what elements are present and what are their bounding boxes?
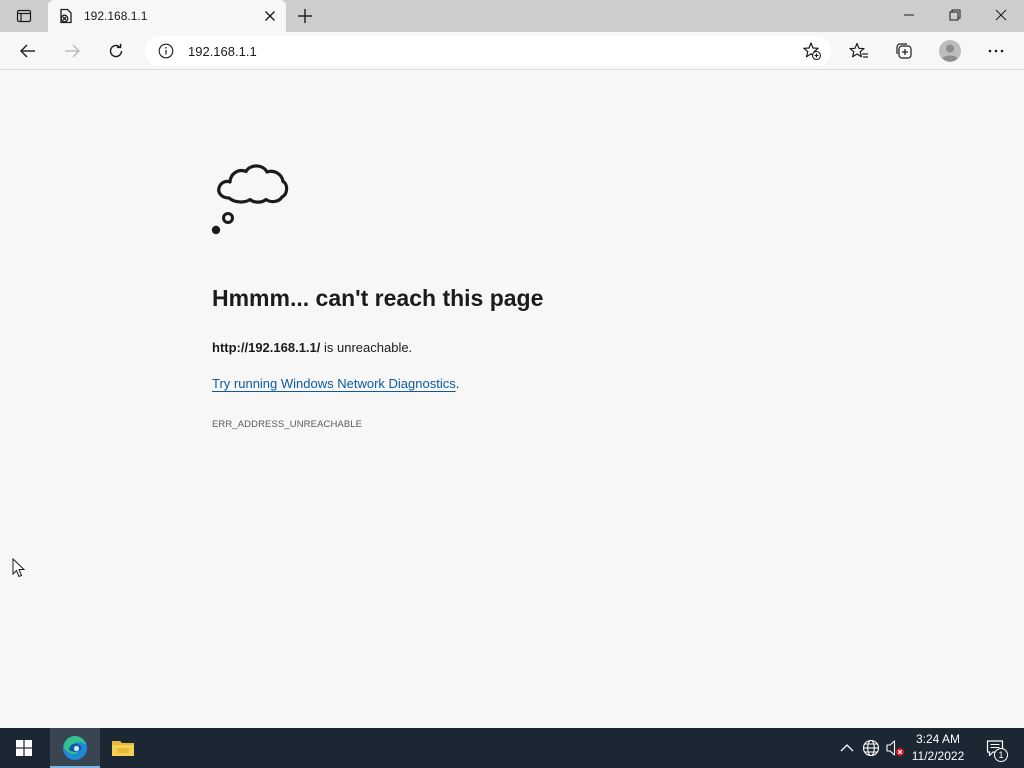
- close-icon: [995, 9, 1007, 21]
- tab-title: 192.168.1.1: [84, 9, 148, 23]
- forward-icon: [65, 44, 80, 58]
- error-description: http://192.168.1.1/ is unreachable.: [212, 340, 412, 355]
- add-favorite-button[interactable]: [797, 36, 827, 66]
- site-info-button[interactable]: [157, 42, 175, 60]
- taskbar-clock[interactable]: 3:24 AM 11/2/2022: [906, 731, 970, 765]
- close-window-button[interactable]: [978, 0, 1024, 30]
- edge-icon: [63, 735, 87, 760]
- forward-button[interactable]: [56, 35, 88, 67]
- network-tray-button[interactable]: [860, 738, 882, 758]
- taskbar-edge-button[interactable]: [50, 728, 100, 768]
- address-bar[interactable]: 192.168.1.1: [145, 36, 831, 66]
- address-url[interactable]: 192.168.1.1: [188, 44, 797, 59]
- tab-active[interactable]: 192.168.1.1: [48, 0, 286, 32]
- taskbar-file-explorer-button[interactable]: [98, 728, 148, 768]
- minimize-button[interactable]: [886, 0, 932, 30]
- chevron-up-icon: [840, 744, 854, 752]
- minimize-icon: [904, 14, 914, 16]
- cloud-icon: [211, 164, 289, 235]
- tab-strip: 192.168.1.1: [0, 0, 1024, 32]
- notification-badge: 1: [994, 748, 1008, 762]
- settings-more-button[interactable]: [980, 35, 1012, 67]
- favorites-icon: [849, 42, 868, 58]
- taskbar: 3:24 AM 11/2/2022 1: [0, 728, 1024, 768]
- mouse-cursor-icon: [12, 558, 26, 578]
- error-code: ERR_ADDRESS_UNREACHABLE: [212, 419, 363, 430]
- clock-date: 11/2/2022: [911, 749, 965, 763]
- back-button[interactable]: [12, 35, 44, 67]
- network-icon: [862, 739, 880, 757]
- error-url: http://192.168.1.1/: [212, 340, 321, 355]
- collections-button[interactable]: [888, 35, 920, 67]
- file-explorer-icon: [112, 741, 134, 756]
- restore-button[interactable]: [932, 0, 978, 30]
- restore-icon: [949, 9, 961, 21]
- volume-tray-button[interactable]: [884, 738, 906, 758]
- tab-actions-button[interactable]: [8, 5, 40, 27]
- collections-icon: [896, 43, 912, 59]
- tab-actions-icon: [16, 9, 32, 23]
- new-tab-button[interactable]: [292, 4, 318, 28]
- diagnostics-suffix: .: [455, 376, 460, 391]
- profile-icon: [939, 40, 961, 62]
- info-icon: [158, 43, 174, 59]
- clock-time: 3:24 AM: [915, 732, 961, 746]
- close-icon: [265, 11, 275, 21]
- favorites-button[interactable]: [843, 35, 875, 67]
- show-hidden-icons-button[interactable]: [836, 738, 858, 758]
- refresh-icon: [109, 43, 123, 58]
- back-icon: [20, 44, 35, 58]
- start-button[interactable]: [0, 728, 48, 768]
- tab-close-button[interactable]: [258, 4, 282, 28]
- plus-icon: [298, 9, 312, 23]
- add-favorite-icon: [803, 42, 822, 61]
- error-url-suffix: is unreachable.: [320, 340, 413, 355]
- browser-toolbar: 192.168.1.1: [0, 32, 1024, 70]
- refresh-button[interactable]: [100, 35, 132, 67]
- speaker-muted-icon: [886, 740, 904, 756]
- profile-button[interactable]: [934, 35, 966, 67]
- more-icon: [988, 49, 1004, 53]
- network-diagnostics-link[interactable]: Try running Windows Network Diagnostics: [212, 376, 456, 391]
- action-center-button[interactable]: [978, 728, 1012, 768]
- diagnostics-line: Try running Windows Network Diagnostics.: [212, 376, 459, 391]
- error-page: Hmmm... can't reach this page http://192…: [0, 71, 1024, 728]
- windows-logo-icon: [16, 740, 32, 756]
- favicon-icon: [58, 8, 74, 24]
- error-heading: Hmmm... can't reach this page: [212, 285, 544, 311]
